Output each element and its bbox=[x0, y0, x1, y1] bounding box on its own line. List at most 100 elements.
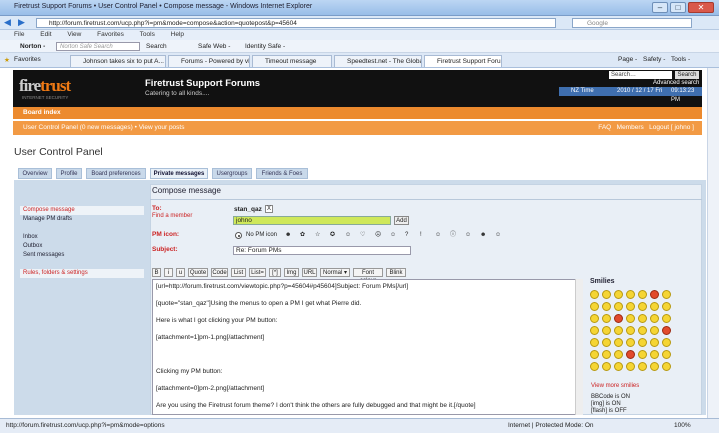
faq-link[interactable]: FAQ bbox=[598, 124, 611, 131]
pm-icon-option[interactable]: ☻ bbox=[480, 232, 486, 239]
members-link[interactable]: Members bbox=[617, 124, 644, 131]
smiley-icon[interactable] bbox=[650, 362, 659, 371]
smiley-icon[interactable] bbox=[626, 326, 635, 335]
maximize-button[interactable]: □ bbox=[670, 2, 686, 13]
pm-icon-option[interactable]: ⓘ bbox=[450, 232, 456, 239]
smiley-icon[interactable] bbox=[602, 338, 611, 347]
toolbar-button[interactable]: Img bbox=[284, 268, 299, 277]
tab-speedtest[interactable]: Speedtest.net - The Globa... bbox=[334, 55, 422, 67]
sidebar-item[interactable]: Rules, folders & settings bbox=[20, 269, 144, 278]
logout-link[interactable]: Logout [ johno ] bbox=[649, 124, 694, 131]
forum-search-button[interactable]: Search bbox=[675, 71, 699, 79]
smiley-icon[interactable] bbox=[590, 362, 599, 371]
smiley-icon[interactable] bbox=[626, 314, 635, 323]
pm-icon-option[interactable]: ✪ bbox=[330, 232, 335, 239]
menu-favorites[interactable]: Favorites bbox=[97, 31, 124, 38]
smiley-icon[interactable] bbox=[650, 302, 659, 311]
smiley-icon[interactable] bbox=[614, 362, 623, 371]
tab-usergroups[interactable]: Usergroups bbox=[212, 168, 252, 179]
toolbar-button[interactable]: List= bbox=[249, 268, 266, 277]
forward-icon[interactable]: ▶ bbox=[18, 17, 25, 28]
forum-search-input[interactable]: Search… bbox=[609, 71, 672, 79]
pm-icon-option[interactable]: ✿ bbox=[300, 232, 305, 239]
smiley-icon[interactable] bbox=[638, 350, 647, 359]
sidebar-item[interactable]: Inbox bbox=[20, 233, 144, 242]
smiley-icon[interactable] bbox=[650, 338, 659, 347]
tab-firetrust[interactable]: Firetrust Support Foru... bbox=[424, 55, 502, 67]
pm-icon-option[interactable]: ☺ bbox=[465, 232, 471, 239]
norton-search-button[interactable]: Search bbox=[146, 42, 167, 51]
url-input[interactable]: http://forum.firetrust.com/ucp.php?i=pm&… bbox=[36, 18, 556, 28]
sidebar-item[interactable]: Compose message bbox=[20, 206, 144, 215]
zoom-level[interactable]: 100% bbox=[674, 419, 691, 433]
pm-icon-option[interactable]: ☺ bbox=[435, 232, 441, 239]
pm-icon-option[interactable]: ☺ bbox=[345, 232, 351, 239]
smiley-icon[interactable] bbox=[614, 290, 623, 299]
smiley-icon[interactable] bbox=[650, 314, 659, 323]
smiley-icon[interactable] bbox=[590, 338, 599, 347]
smiley-icon[interactable] bbox=[662, 350, 671, 359]
minimize-button[interactable]: – bbox=[652, 2, 668, 13]
toolbar-button[interactable]: Font colour bbox=[353, 268, 383, 284]
subject-input[interactable]: Re: Forum PMs bbox=[233, 246, 411, 255]
textarea-scrollbar[interactable] bbox=[575, 279, 583, 415]
menu-edit[interactable]: Edit bbox=[40, 31, 51, 38]
board-index-link[interactable]: Board index bbox=[23, 109, 61, 116]
smiley-icon[interactable] bbox=[614, 350, 623, 359]
tab-profile[interactable]: Profile bbox=[56, 168, 82, 179]
smiley-icon[interactable] bbox=[662, 338, 671, 347]
smiley-icon[interactable] bbox=[626, 302, 635, 311]
tab-timeout[interactable]: Timeout message bbox=[252, 55, 332, 67]
toolbar-button[interactable]: B bbox=[152, 268, 161, 277]
toolbar-button[interactable]: u bbox=[176, 268, 185, 277]
pm-icon-option[interactable]: ! bbox=[420, 232, 422, 239]
find-member-link[interactable]: Find a member bbox=[152, 213, 192, 219]
toolbar-button[interactable]: URL bbox=[302, 268, 317, 277]
smiley-icon[interactable] bbox=[638, 326, 647, 335]
smiley-icon[interactable] bbox=[602, 314, 611, 323]
smiley-icon[interactable] bbox=[590, 326, 599, 335]
tools-menu[interactable]: Tools - bbox=[671, 56, 690, 63]
pm-icon-option[interactable]: ☺ bbox=[495, 232, 501, 239]
page-scrollbar[interactable] bbox=[707, 68, 719, 418]
site-logo[interactable]: firetrust bbox=[19, 76, 71, 96]
smiley-icon[interactable] bbox=[626, 350, 635, 359]
ucp-link[interactable]: User Control Panel (0 new messages) • Vi… bbox=[23, 124, 184, 131]
smiley-icon[interactable] bbox=[638, 314, 647, 323]
smiley-icon[interactable] bbox=[650, 290, 659, 299]
pm-icon-option[interactable]: ♡ bbox=[360, 232, 365, 239]
pm-icon-option[interactable]: ? bbox=[405, 232, 408, 239]
menu-view[interactable]: View bbox=[67, 31, 81, 38]
smiley-icon[interactable] bbox=[662, 302, 671, 311]
smiley-icon[interactable] bbox=[626, 290, 635, 299]
tab-forums-vbu[interactable]: Forums - Powered by vBu... bbox=[168, 55, 250, 67]
menu-file[interactable]: File bbox=[14, 31, 24, 38]
page-menu[interactable]: Page - bbox=[618, 56, 637, 63]
member-input[interactable]: johno bbox=[233, 216, 391, 225]
smiley-icon[interactable] bbox=[662, 362, 671, 371]
remove-recipient-button[interactable]: X bbox=[265, 205, 273, 213]
tab-private-messages[interactable]: Private messages bbox=[150, 168, 208, 179]
smiley-icon[interactable] bbox=[638, 302, 647, 311]
sidebar-item[interactable]: Manage PM drafts bbox=[20, 215, 144, 224]
toolbar-button[interactable]: [*] bbox=[269, 268, 281, 277]
smiley-icon[interactable] bbox=[590, 350, 599, 359]
message-textarea[interactable]: [url=http://forum.firetrust.com/viewtopi… bbox=[152, 279, 583, 415]
smiley-icon[interactable] bbox=[638, 362, 647, 371]
pm-icon-option[interactable]: ☆ bbox=[315, 232, 320, 239]
menu-tools[interactable]: Tools bbox=[140, 31, 155, 38]
close-button[interactable]: ✕ bbox=[688, 2, 714, 13]
tab-board-preferences[interactable]: Board preferences bbox=[86, 168, 146, 179]
favorites-button[interactable]: Favorites bbox=[14, 56, 41, 63]
smiley-icon[interactable] bbox=[614, 326, 623, 335]
smiley-icon[interactable] bbox=[650, 326, 659, 335]
menu-help[interactable]: Help bbox=[171, 31, 184, 38]
smiley-icon[interactable] bbox=[602, 350, 611, 359]
pm-icon-option[interactable]: ☻ bbox=[285, 232, 291, 239]
smiley-icon[interactable] bbox=[614, 314, 623, 323]
smiley-icon[interactable] bbox=[602, 302, 611, 311]
smiley-icon[interactable] bbox=[602, 362, 611, 371]
safety-menu[interactable]: Safety - bbox=[643, 56, 665, 63]
tab-overview[interactable]: Overview bbox=[18, 168, 52, 179]
smiley-icon[interactable] bbox=[590, 314, 599, 323]
